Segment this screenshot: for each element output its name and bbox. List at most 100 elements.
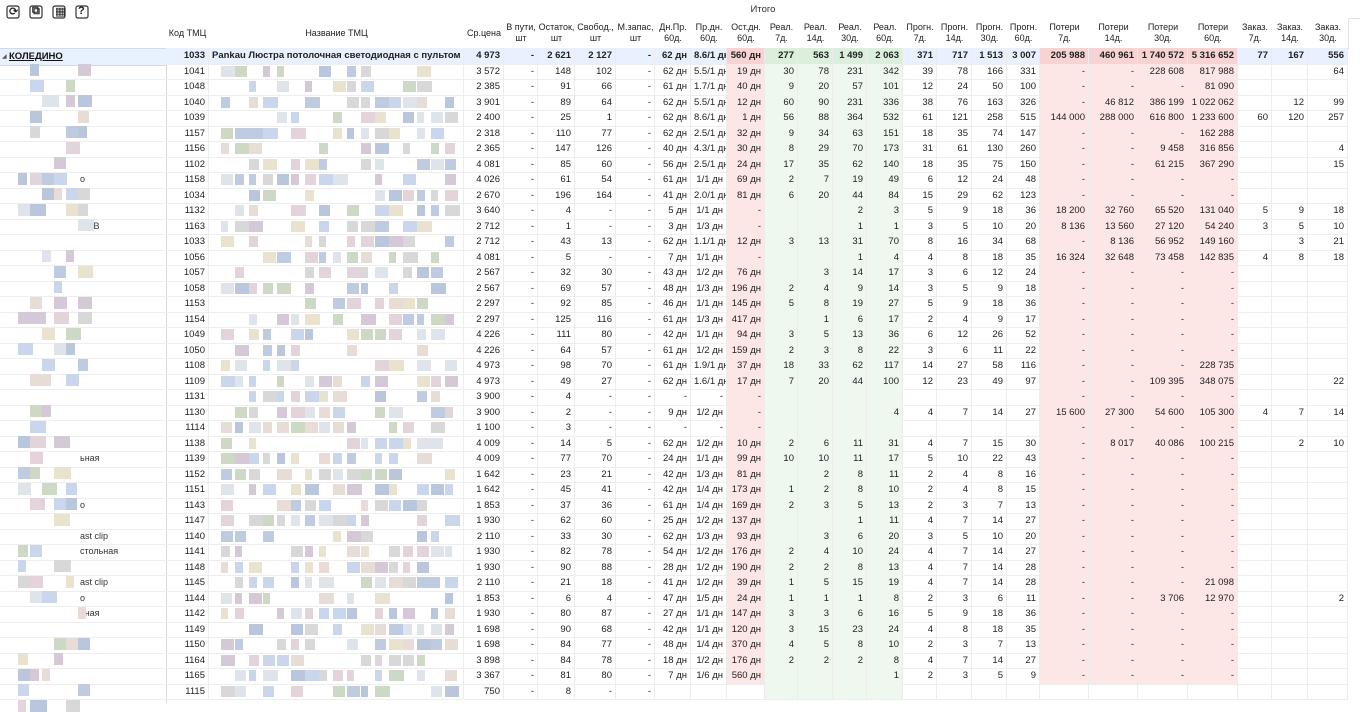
redacted-block [291, 623, 303, 635]
table-row[interactable]: 1152 1 642-23 21-42 дн 1/3 дн 81 дн 2 8 11 2 4 8 16… [166, 466, 1348, 483]
table-row[interactable]: 1108 4 973-98 70-61 дн 1.9/1 дн 37 дн 18 33 62 1… [166, 358, 1348, 375]
table-row[interactable]: 1132 3 640-4- -5 дн 1/1 дн -2 3 5 9 18 36 18 200 32… [166, 203, 1348, 220]
tree-item[interactable] [0, 157, 166, 173]
table-row[interactable]: 1140 2 110-33 30-62 дн 1/3 дн 93 дн 3 6 20 3 5 10 2… [166, 528, 1348, 545]
column-header[interactable]: Дн.Пр. 60д. [655, 18, 692, 49]
column-header[interactable]: Реал. 14д. [798, 18, 834, 49]
table-cell: 81 дн [727, 187, 765, 203]
tree-item[interactable]: o [0, 498, 166, 514]
table-cell: 3 [798, 342, 833, 358]
table-row[interactable]: 1139 4 009-77 70-24 дн 1/1 дн 99 дн 10 10 11 17 5… [166, 451, 1348, 468]
table-row[interactable]: 1109 4 973-49 27-62 дн 1.6/1 дн 17 дн 7 20 44 10… [166, 373, 1348, 390]
column-header[interactable]: Прогн. 7д. [903, 18, 938, 49]
redacted-block [249, 422, 261, 433]
table-row[interactable]: 1144 1 853-6 4-47 дн 1/5 дн 24 дн 1 1 1 8 2 3 6 11- -… [166, 590, 1348, 607]
tree-item[interactable] [0, 250, 166, 266]
table-row[interactable]: 1157 2 318-110 77-62 дн 2.5/1 дн 32 дн 9 34 63 1… [166, 125, 1348, 142]
table-cell: 9 458 [1138, 141, 1188, 157]
table-cell: 18 [1308, 249, 1348, 265]
column-header[interactable]: Реал. 60д. [867, 18, 904, 49]
tree-item[interactable] [0, 622, 166, 638]
column-header[interactable]: Ост.дн. 60д. [727, 18, 766, 49]
table-row[interactable]: 1102 4 081-85 60-56 дн 2.5/1 дн 24 дн 17 35 62 1… [166, 156, 1348, 173]
column-header[interactable]: Остаток, шт [538, 18, 576, 49]
column-header[interactable]: Прогн. 30д. [972, 18, 1008, 49]
table-cell [798, 203, 833, 219]
tree-root-label[interactable]: КОЛЕДИНО [9, 51, 63, 62]
table-row[interactable]: 1040 3 901-89 64-62 дн 5.5/1 дн 12 дн 60 90 231… [166, 94, 1348, 111]
tree-item[interactable]: ast clip [0, 529, 166, 545]
column-header[interactable]: Код ТМЦ [166, 18, 210, 49]
table-row[interactable]: 1058 2 567-69 57-48 дн 1/3 дн 196 дн 2 4 9 14 3 5 9… [166, 280, 1348, 297]
table-cell: 100 215 [1188, 435, 1238, 451]
redacted-block [347, 484, 362, 495]
table-row[interactable]: 1154 2 297-125 116-61 дн 1/3 дн 417 дн 1 6 17 2 4… [166, 311, 1348, 328]
tree-item[interactable]: o [0, 591, 166, 607]
tree-item[interactable] [0, 420, 166, 437]
refresh-icon[interactable]: ⟳ [6, 5, 22, 21]
column-header[interactable]: Название ТМЦ [209, 18, 465, 49]
tree-item[interactable] [0, 234, 166, 251]
table-cell: 167 [1272, 48, 1308, 64]
table-row[interactable]: 1049 4 226-111 80-42 дн 1/1 дн 94 дн 3 5 13 36 6 1… [166, 327, 1348, 344]
collapse-arrow-icon[interactable]: ◢ [2, 53, 7, 60]
tree-item[interactable] [0, 374, 166, 390]
table-row[interactable]: 1164 3 898-84 78-18 дн 1/2 дн 176 дн 2 2 2 8 4 7 14… [166, 652, 1348, 669]
table-cell: 2.5/1 дн [691, 125, 727, 141]
table-row[interactable]: 1156 2 365-147 126-40 дн 4.3/1 дн 30 дн 8 29 70… [166, 141, 1348, 158]
column-header[interactable]: Заказ. 30д. [1308, 18, 1349, 49]
table-row[interactable]: 1033 2 712-43 13-62 дн 1.1/1 дн 12 дн 3 13 31 70… [166, 234, 1348, 251]
tree-item[interactable] [0, 141, 166, 158]
redacted-block [403, 654, 414, 666]
column-header[interactable]: М.запас, шт [616, 18, 656, 49]
table-cell: 76 [937, 94, 972, 110]
table-row[interactable]: 1138 4 009-14 5-62 дн 1/2 дн 10 дн 2 6 11 31 4 7 15… [166, 435, 1348, 452]
column-header[interactable]: Реал. 7д. [765, 18, 799, 49]
redacted-block [389, 453, 398, 464]
column-header[interactable]: Реал. 30д. [833, 18, 868, 49]
table-row[interactable]: 1057 2 567-32 30-43 дн 1/2 дн 76 дн 3 14 17 3 6 12… [166, 265, 1348, 282]
tree-item[interactable] [0, 405, 166, 421]
column-header[interactable]: Потери 7д. [1040, 18, 1090, 49]
column-header[interactable]: Потери 14д. [1089, 18, 1139, 49]
tree-item[interactable]: ьная [0, 451, 166, 468]
table-row[interactable]: 1034 2 670-196 164-41 дн 2.0/1 дн 81 дн 6 20 44… [166, 187, 1348, 204]
table-row[interactable]: 1145 2 110-21 18-41 дн 1/2 дн 39 дн 1 5 15 19 4 7 1… [166, 575, 1348, 592]
tree-item[interactable] [0, 513, 166, 530]
help-icon[interactable]: ? [75, 5, 91, 21]
tree-item[interactable] [0, 327, 166, 344]
table-row[interactable]: 1148 1 930-90 88-28 дн 1/2 дн 190 дн 2 2 8 13 4 7 1… [166, 559, 1348, 576]
table-row[interactable]: 1143 1 853-37 36-61 дн 1/4 дн 169 дн 2 3 5 13 2 3 7… [166, 497, 1348, 514]
table-cell [1272, 528, 1308, 544]
tree-item[interactable] [0, 389, 166, 406]
table-row[interactable]: 1041 3 572-148 102-62 дн 5.5/1 дн 19 дн 30 78 2… [166, 63, 1348, 80]
table-row[interactable]: 1163 2 712-1- -3 дн 1/3 дн -1 1 3 5 10 20 8 136 13 … [166, 218, 1348, 235]
table-row[interactable]: 1039 2 400-25 1-62 дн 8.6/1 дн 1 дн 56 88 364 53… [166, 110, 1348, 127]
table-row[interactable]: 1050 4 226-64 57-61 дн 1/2 дн 159 дн 2 3 8 22 3 6 1… [166, 342, 1348, 359]
table-row[interactable]: 1150 1 698-84 77-48 дн 1/4 дн 370 дн 4 5 8 10 2 3 7… [166, 637, 1348, 654]
copy-icon[interactable]: ⧉ [29, 5, 45, 21]
table-row[interactable]: 1056 4 081-5- -7 дн 1/1 дн -1 4 4 8 18 35 16 324 32… [166, 249, 1348, 266]
table-cell: 18 [972, 203, 1007, 219]
column-header[interactable]: Прогн. 14д. [937, 18, 973, 49]
column-header[interactable]: Потери 30д. [1138, 18, 1189, 49]
column-header[interactable]: Ср.цена [464, 18, 505, 49]
redacted-block [319, 453, 330, 464]
column-header[interactable]: В пути, шт [504, 18, 539, 49]
total-row[interactable]: 1033 Pankau Люстра потолочная светодиодна… [166, 48, 1348, 65]
table-cell [1238, 513, 1272, 529]
column-header[interactable]: Заказ. 7д. [1238, 18, 1273, 49]
tree-item[interactable] [0, 79, 166, 96]
table-row[interactable]: 1165 3 367-81 80-7 дн 1/6 дн 560 дн 1 2 3 5 9- - - - [166, 668, 1348, 685]
table-row[interactable]: 1149 1 698-90 68-42 дн 1/1 дн 120 дн 3 15 23 24 4… [166, 621, 1348, 638]
table-row[interactable]: 1141 1 930-82 78-54 дн 1/2 дн 176 дн 2 4 10 24 4 7… [166, 544, 1348, 561]
column-header[interactable]: Заказ. 14д. [1272, 18, 1309, 49]
column-header[interactable]: Потери 60д. [1188, 18, 1239, 49]
export-icon[interactable]: ▦ [52, 5, 68, 21]
column-header[interactable]: Пр.дн. 60д. [691, 18, 728, 49]
table-cell [765, 420, 798, 436]
column-header[interactable]: Свобод., шт [575, 18, 617, 49]
column-header[interactable]: Прогн. 60д. [1007, 18, 1041, 49]
tree-item[interactable] [0, 281, 166, 297]
table-cell: - [1089, 528, 1138, 544]
